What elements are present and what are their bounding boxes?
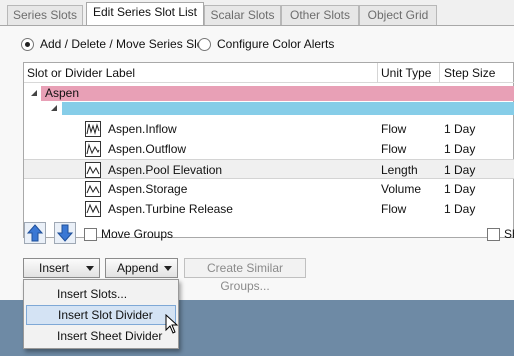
table-row[interactable]: Aspen.Storage Volume 1 Day xyxy=(24,179,514,199)
unit-type: Flow xyxy=(381,202,407,216)
slot-grid[interactable]: Slot or Divider Label Unit Type Step Siz… xyxy=(23,62,514,238)
move-groups-checkbox[interactable]: Move Groups xyxy=(84,227,173,241)
group-divider-band: Aspen xyxy=(41,86,514,101)
series-slot-icon xyxy=(85,162,101,178)
slot-label: Aspen.Pool Elevation xyxy=(108,163,223,177)
unit-type: Flow xyxy=(381,122,407,136)
menu-item-insert-slots[interactable]: Insert Slots... xyxy=(26,284,176,304)
grid-header: Slot or Divider Label Unit Type Step Siz… xyxy=(24,63,514,83)
append-button[interactable]: Append xyxy=(105,258,178,278)
radio-button-checked[interactable] xyxy=(21,37,34,51)
mouse-cursor-icon xyxy=(165,314,179,334)
insert-button[interactable]: Insert xyxy=(23,258,100,278)
arrow-up-icon xyxy=(26,224,44,242)
menu-item-insert-sheet-divider[interactable]: Insert Sheet Divider xyxy=(26,326,176,346)
slot-label: Aspen.Storage xyxy=(108,182,188,196)
table-row[interactable]: Aspen.Outflow Flow 1 Day xyxy=(24,139,514,159)
insert-button-label: Insert xyxy=(39,261,70,275)
create-similar-groups-button[interactable]: Create Similar Groups... xyxy=(184,258,306,293)
unit-type: Flow xyxy=(381,142,407,156)
radio-color-alerts[interactable]: Configure Color Alerts xyxy=(198,36,334,52)
tab-other-slots[interactable]: Other Slots xyxy=(281,5,359,25)
unit-type: Length xyxy=(381,163,418,177)
expand-triangle-icon[interactable] xyxy=(51,105,57,111)
slot-label: Aspen.Turbine Release xyxy=(108,202,233,216)
unit-type: Volume xyxy=(381,182,422,196)
table-row[interactable]: Aspen.Inflow Flow 1 Day xyxy=(24,119,514,139)
move-down-button[interactable] xyxy=(54,222,76,244)
dropdown-arrow-icon xyxy=(164,266,172,271)
show-label: Sh xyxy=(504,227,514,241)
move-groups-label: Move Groups xyxy=(101,227,174,241)
tab-bar: Series Slots Edit Series Slot List Scala… xyxy=(0,0,514,26)
series-slot-icon xyxy=(85,201,101,217)
checkbox[interactable] xyxy=(84,227,97,241)
tab-series-slots[interactable]: Series Slots xyxy=(7,5,83,25)
step-size: 1 Day xyxy=(444,202,476,216)
arrow-down-icon xyxy=(56,224,74,242)
series-slot-icon xyxy=(85,121,101,137)
tab-content: Add / Delete / Move Series Slot Configur… xyxy=(0,25,514,300)
checkbox[interactable] xyxy=(487,227,500,241)
tab-edit-series-slot-list[interactable]: Edit Series Slot List xyxy=(86,2,204,26)
radio-color-alerts-label: Configure Color Alerts xyxy=(217,37,335,51)
tab-object-grid[interactable]: Object Grid xyxy=(359,5,437,25)
radio-add-move[interactable]: Add / Delete / Move Series Slot xyxy=(21,36,207,52)
step-size: 1 Day xyxy=(444,122,476,136)
group-label: Aspen xyxy=(45,86,80,100)
insert-dropdown-menu: Insert Slots... Insert Slot Divider Inse… xyxy=(23,279,179,349)
table-row[interactable]: Aspen.Turbine Release Flow 1 Day xyxy=(24,199,514,219)
step-size: 1 Day xyxy=(444,163,476,177)
series-slot-icon xyxy=(85,181,101,197)
move-up-button[interactable] xyxy=(24,222,46,244)
subgroup-divider-band xyxy=(62,102,514,115)
slot-editor-window: Series Slots Edit Series Slot List Scala… xyxy=(0,0,514,300)
step-size: 1 Day xyxy=(444,142,476,156)
slot-label: Aspen.Inflow xyxy=(108,122,177,136)
table-row-selected[interactable]: Aspen.Pool Elevation Length 1 Day xyxy=(24,159,514,179)
column-label-header[interactable]: Slot or Divider Label xyxy=(27,66,135,80)
menu-item-insert-slot-divider[interactable]: Insert Slot Divider xyxy=(26,305,176,325)
dropdown-arrow-icon xyxy=(86,266,94,271)
show-checkbox[interactable]: Sh xyxy=(487,227,514,241)
column-unit-header[interactable]: Unit Type xyxy=(381,66,431,80)
append-button-label: Append xyxy=(117,261,159,275)
column-divider xyxy=(439,63,440,83)
slot-label: Aspen.Outflow xyxy=(108,142,187,156)
column-divider xyxy=(377,63,378,83)
series-slot-icon xyxy=(85,141,101,157)
column-step-header[interactable]: Step Size xyxy=(444,66,495,80)
step-size: 1 Day xyxy=(444,182,476,196)
radio-add-move-label: Add / Delete / Move Series Slot xyxy=(40,37,207,51)
radio-button-unchecked[interactable] xyxy=(198,37,211,51)
expand-triangle-icon[interactable] xyxy=(31,90,37,96)
tab-scalar-slots[interactable]: Scalar Slots xyxy=(204,5,281,25)
subgroup-row[interactable] xyxy=(24,101,514,121)
